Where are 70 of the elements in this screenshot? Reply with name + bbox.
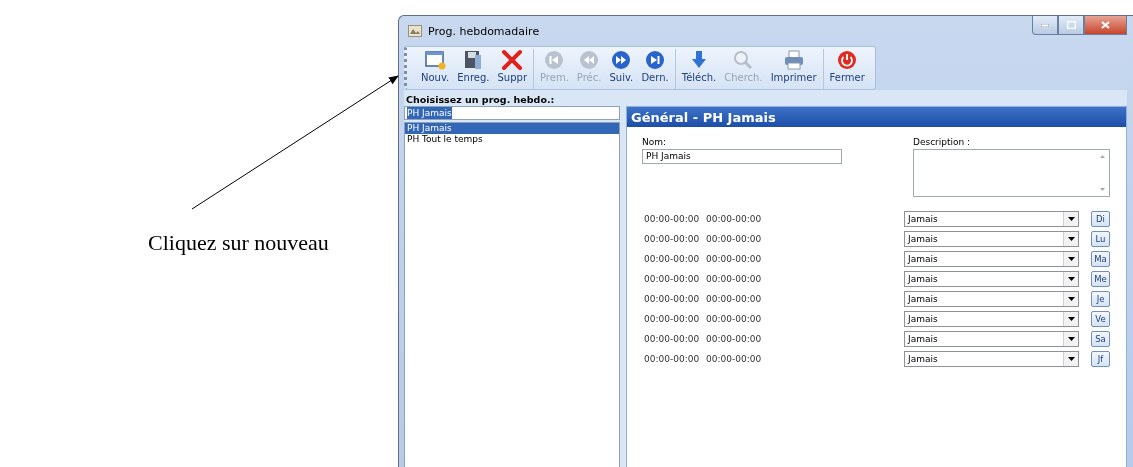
mode-dropdown[interactable]: Jamais xyxy=(904,231,1079,247)
list-item[interactable]: PH Jamais xyxy=(405,123,619,134)
annotation-text: Cliquez sur nouveau xyxy=(148,229,329,256)
time-range: 00:00-00:00 xyxy=(705,334,763,344)
field-label: Description : xyxy=(913,137,972,147)
panel-header: Général - PH Jamais xyxy=(627,107,1126,127)
search-field[interactable]: PH Jamais xyxy=(404,106,620,120)
toolbar-button[interactable]: Téléch. xyxy=(677,49,721,89)
dropdown-arrow-icon xyxy=(1067,317,1075,321)
list-item[interactable]: PH Tout le temps xyxy=(405,134,619,145)
time-range: 00:00-00:00 xyxy=(643,214,701,224)
day-button[interactable]: Lu xyxy=(1091,231,1110,247)
dropdown-arrow-icon xyxy=(1067,217,1075,221)
toolbar-button[interactable]: Fermer xyxy=(825,49,869,89)
time-range: 00:00-00:00 xyxy=(643,354,701,364)
time-range: 00:00-00:00 xyxy=(705,214,763,224)
mode-dropdown[interactable]: Jamais xyxy=(904,311,1079,327)
time-range: 00:00-00:00 xyxy=(705,274,763,284)
scroll-up-icon xyxy=(1099,155,1105,158)
time-range: 00:00-00:00 xyxy=(643,274,701,284)
toolbar-button[interactable]: Nouv. xyxy=(417,49,454,89)
app-icon xyxy=(408,25,422,37)
close-icon xyxy=(1101,21,1110,29)
toolbar-button[interactable]: Suiv. xyxy=(605,49,638,89)
time-range: 00:00-00:00 xyxy=(643,234,701,244)
picker-label: Choisissez un prog. hebdo.: xyxy=(405,94,556,106)
time-range: 00:00-00:00 xyxy=(705,314,763,324)
dropdown-arrow-icon xyxy=(1067,257,1075,261)
day-button[interactable]: Di xyxy=(1091,211,1110,227)
maximize-button[interactable] xyxy=(1058,16,1084,35)
description-field[interactable] xyxy=(913,149,1110,197)
delete-icon xyxy=(500,49,525,71)
minimize-icon xyxy=(1041,23,1049,27)
window-title: Prog. hebdomadaire xyxy=(428,24,540,38)
day-button[interactable]: Ma xyxy=(1091,251,1110,267)
mode-dropdown[interactable]: Jamais xyxy=(904,211,1079,227)
field-label: Nom: xyxy=(642,137,668,147)
dropdown-arrow-icon xyxy=(1067,357,1075,361)
time-range: 00:00-00:00 xyxy=(643,314,701,324)
toolbar-button[interactable]: Imprimer xyxy=(766,49,821,89)
time-range: 00:00-00:00 xyxy=(705,294,763,304)
scroll-down-icon xyxy=(1099,188,1105,191)
minimize-button[interactable] xyxy=(1032,16,1058,35)
time-range: 00:00-00:00 xyxy=(643,294,701,304)
time-range: 00:00-00:00 xyxy=(643,254,701,264)
close-button[interactable] xyxy=(1084,16,1127,35)
toolbar-button[interactable]: Enreg. xyxy=(453,49,494,89)
mode-dropdown[interactable]: Jamais xyxy=(904,331,1079,347)
mode-dropdown[interactable]: Jamais xyxy=(904,251,1079,267)
time-range: 00:00-00:00 xyxy=(643,334,701,344)
mode-dropdown[interactable]: Jamais xyxy=(904,271,1079,287)
toolbar-button[interactable]: Dern. xyxy=(637,49,673,89)
day-button[interactable]: Jf xyxy=(1091,351,1110,367)
day-button[interactable]: Je xyxy=(1091,291,1110,307)
new-window-icon xyxy=(423,49,448,71)
maximize-icon xyxy=(1066,21,1076,29)
day-button[interactable]: Ve xyxy=(1091,311,1110,327)
mode-dropdown[interactable]: Jamais xyxy=(904,291,1079,307)
mode-dropdown[interactable]: Jamais xyxy=(904,351,1079,367)
time-range: 00:00-00:00 xyxy=(705,234,763,244)
dropdown-arrow-icon xyxy=(1067,237,1075,241)
dropdown-arrow-icon xyxy=(1067,277,1075,281)
time-range: 00:00-00:00 xyxy=(705,354,763,364)
time-range: 00:00-00:00 xyxy=(705,254,763,264)
dropdown-arrow-icon xyxy=(1067,337,1075,341)
day-button[interactable]: Me xyxy=(1091,271,1110,287)
toolbar-button[interactable]: Suppr xyxy=(493,49,531,89)
dropdown-arrow-icon xyxy=(1067,297,1075,301)
day-button[interactable]: Sa xyxy=(1091,331,1110,347)
name-field[interactable]: PH Jamais xyxy=(642,149,842,164)
